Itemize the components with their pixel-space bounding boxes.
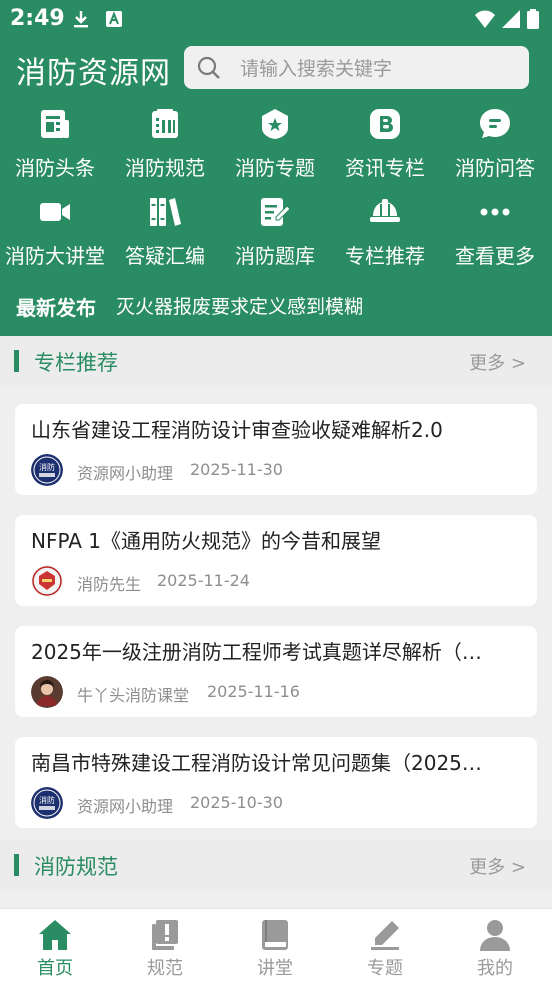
download-icon [74, 11, 88, 28]
edit-icon [261, 198, 291, 226]
latest-label: 最新发布 [16, 296, 96, 320]
tab-topics[interactable]: 专题 [330, 909, 440, 983]
article-card[interactable]: 南昌市特殊建设工程消防设计常见问题集（2025… 消防 资源网小助理 2025-… [15, 737, 537, 828]
header: 2:49 消防资源网 请输入搜索关键字 消防头条 消防规范 消防专题 资讯专栏 … [0, 0, 552, 336]
tab-specs[interactable]: 规范 [110, 909, 220, 983]
article-title: NFPA 1《通用防火规范》的今昔和展望 [31, 529, 382, 553]
nav-item-qa[interactable]: 消防问答 [440, 108, 550, 188]
nav-label: 消防问答 [455, 156, 535, 180]
spec-book-icon [152, 920, 178, 950]
nav-label: 消防专题 [235, 156, 315, 180]
section-header-columns: 专栏推荐 更多 > [0, 336, 552, 386]
nav-item-lecture[interactable]: 消防大讲堂 [0, 196, 110, 276]
books-icon [150, 198, 181, 226]
wifi-icon [475, 10, 495, 28]
video-icon [40, 203, 70, 221]
section-accent-bar [14, 350, 19, 372]
nav-item-recommend[interactable]: 专栏推荐 [330, 196, 440, 276]
tab-label: 专题 [367, 958, 403, 979]
avatar [31, 565, 63, 597]
nav-item-specs[interactable]: 消防规范 [110, 108, 220, 188]
tab-label: 首页 [37, 958, 73, 979]
article-date: 2025-11-16 [207, 682, 300, 701]
blog-icon [370, 109, 400, 139]
nav-label: 专栏推荐 [345, 244, 425, 268]
app-screen: 2:49 消防资源网 请输入搜索关键字 消防头条 消防规范 消防专题 资讯专栏 … [0, 0, 552, 983]
app-title: 消防资源网 [16, 56, 171, 91]
tab-label: 我的 [477, 958, 513, 979]
status-time: 2:49 [10, 6, 65, 31]
svg-text:消防: 消防 [39, 462, 55, 472]
article-card[interactable]: 山东省建设工程消防设计审查验收疑难解析2.0 消防 资源网小助理 2025-11… [15, 404, 537, 495]
section-title: 消防规范 [34, 855, 118, 879]
nav-label: 消防大讲堂 [5, 244, 105, 268]
news-icon [41, 110, 69, 138]
section-title: 专栏推荐 [34, 351, 118, 375]
nav-item-topics[interactable]: 消防专题 [220, 108, 330, 188]
latest-headline[interactable]: 灭火器报废要求定义感到模糊 [116, 292, 363, 319]
nav-label: 消防题库 [235, 244, 315, 268]
nav-item-more[interactable]: 查看更多 [440, 196, 550, 276]
article-author: 资源网小助理 [77, 464, 174, 483]
more-link[interactable]: 更多 > [469, 349, 526, 375]
article-author: 牛丫头消防课堂 [77, 686, 190, 705]
signal-icon [502, 10, 520, 28]
status-bar: 2:49 [0, 0, 552, 38]
article-date: 2025-11-30 [190, 460, 283, 479]
notification-icon [106, 11, 122, 27]
article-date: 2025-10-30 [190, 793, 283, 812]
tab-home[interactable]: 首页 [0, 909, 110, 983]
article-card[interactable]: 2025年一级注册消防工程师考试真题详尽解析（… 牛丫头消防课堂 2025-11… [15, 626, 537, 717]
tab-profile[interactable]: 我的 [440, 909, 550, 983]
more-icon [480, 208, 510, 216]
nav-item-headlines[interactable]: 消防头条 [0, 108, 110, 188]
search-placeholder: 请输入搜索关键字 [240, 58, 393, 80]
nav-item-faq[interactable]: 答疑汇编 [110, 196, 220, 276]
avatar: 消防 [31, 787, 63, 819]
more-link[interactable]: 更多 > [469, 853, 526, 879]
topic-icon [262, 109, 288, 139]
chat-icon [480, 109, 510, 138]
nav-label: 答疑汇编 [125, 244, 205, 268]
article-author: 资源网小助理 [77, 797, 174, 816]
pen-icon [371, 921, 399, 950]
nav-item-quiz[interactable]: 消防题库 [220, 196, 330, 276]
article-title: 2025年一级注册消防工程师考试真题详尽解析（… [31, 640, 482, 664]
nav-label: 消防规范 [125, 156, 205, 180]
battery-icon [527, 9, 539, 29]
search-icon [197, 56, 220, 79]
nav-label: 查看更多 [455, 244, 535, 268]
article-card[interactable]: NFPA 1《通用防火规范》的今昔和展望 消防先生 2025-11-24 [15, 515, 537, 606]
nav-label: 资讯专栏 [345, 156, 425, 180]
bottom-tab-bar: 首页 规范 讲堂 专题 我的 [0, 908, 552, 983]
home-icon [39, 920, 71, 950]
avatar [31, 676, 63, 708]
search-input[interactable]: 请输入搜索关键字 [184, 46, 529, 89]
tab-label: 讲堂 [257, 958, 293, 979]
section-accent-bar [14, 854, 19, 876]
avatar: 消防 [31, 454, 63, 486]
book-icon [262, 920, 288, 950]
article-author: 消防先生 [77, 575, 142, 594]
tab-label: 规范 [147, 958, 183, 979]
article-date: 2025-11-24 [157, 571, 250, 590]
nav-label: 消防头条 [15, 156, 95, 180]
helmet-icon [370, 199, 400, 222]
section-header-specs: 消防规范 更多 > [0, 840, 552, 890]
user-icon [480, 920, 510, 951]
article-title: 山东省建设工程消防设计审查验收疑难解析2.0 [31, 418, 443, 442]
tab-lecture[interactable]: 讲堂 [220, 909, 330, 983]
article-title: 南昌市特殊建设工程消防设计常见问题集（2025… [31, 751, 482, 775]
svg-text:消防: 消防 [39, 795, 55, 805]
nav-item-columns[interactable]: 资讯专栏 [330, 108, 440, 188]
spec-icon [152, 109, 178, 138]
